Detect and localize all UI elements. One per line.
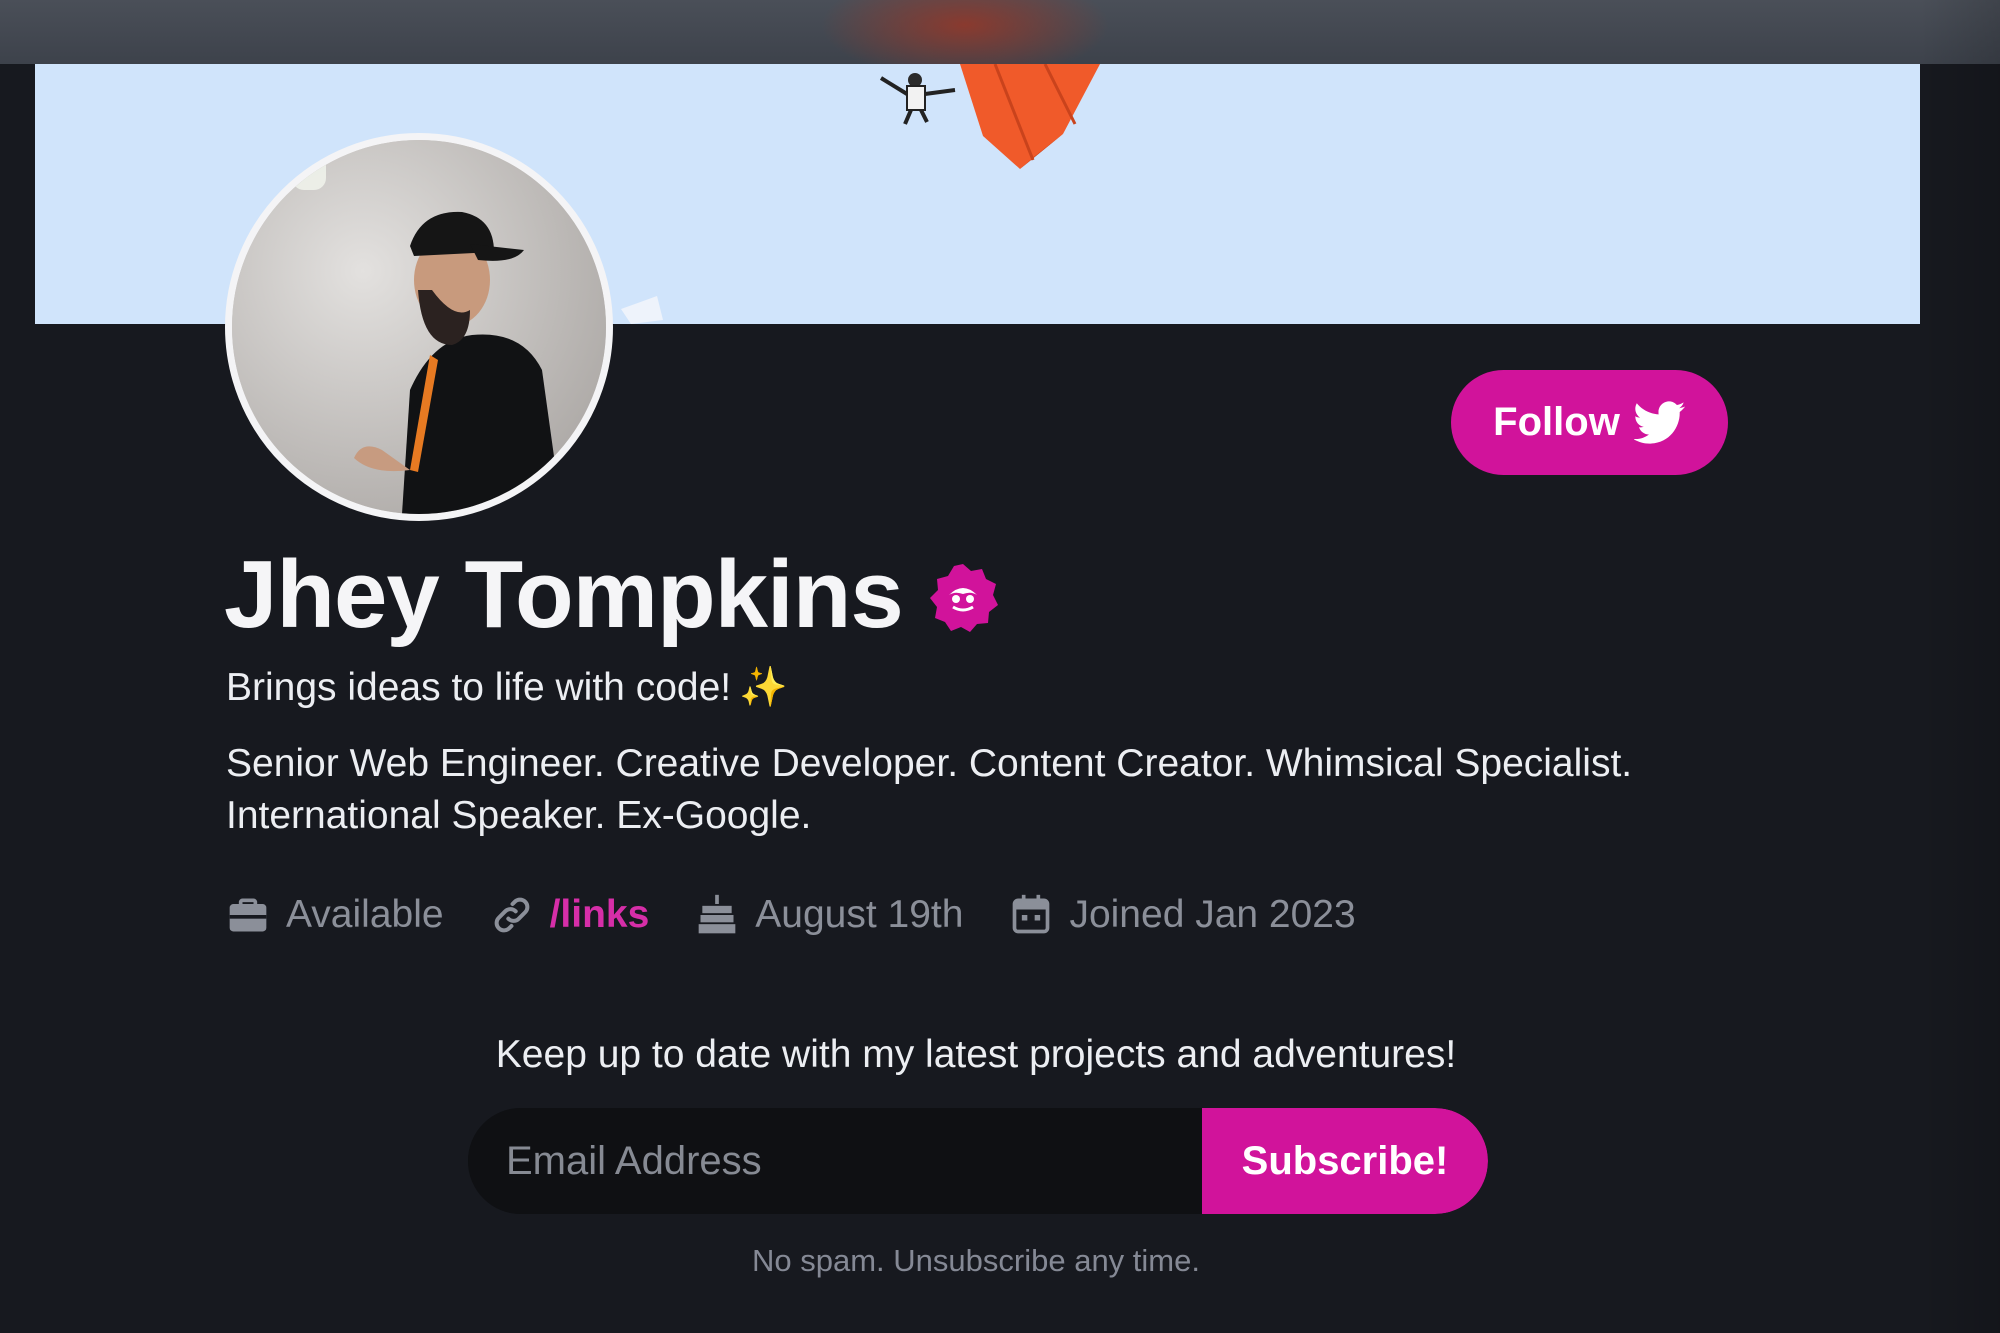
sparkle-emoji: ✨ bbox=[739, 666, 788, 709]
subscribe-button[interactable]: Subscribe! bbox=[1202, 1108, 1488, 1214]
profile-page: Follow Jhey Tompkins Brings ideas to lif… bbox=[0, 0, 2000, 1333]
link-icon bbox=[494, 897, 529, 933]
email-input[interactable] bbox=[468, 1108, 1202, 1214]
meta-status-text: Available bbox=[286, 893, 444, 936]
follow-button-label: Follow bbox=[1493, 400, 1620, 444]
meta-birthday: August 19th bbox=[695, 893, 963, 937]
links-link[interactable]: /links bbox=[550, 893, 650, 937]
avatar bbox=[225, 133, 613, 521]
cake-icon bbox=[698, 894, 736, 934]
meta-birthday-text: August 19th bbox=[755, 893, 964, 936]
newsletter-heading: Keep up to date with my latest projects … bbox=[495, 1033, 1457, 1076]
browser-top-strip bbox=[0, 0, 2000, 80]
meta-status: Available bbox=[226, 893, 444, 937]
briefcase-icon bbox=[229, 898, 267, 932]
profile-tagline: Brings ideas to life with code! ✨ bbox=[226, 664, 788, 710]
profile-name-row: Jhey Tompkins bbox=[224, 540, 999, 650]
profile-name: Jhey Tompkins bbox=[224, 541, 904, 648]
meta-joined: Joined Jan 2023 bbox=[1009, 893, 1356, 937]
verified-badge-icon bbox=[929, 564, 998, 632]
profile-meta-row: Available /links August 19th Joined Jan … bbox=[226, 885, 1356, 945]
meta-link: /links bbox=[490, 893, 650, 937]
newsletter-fineprint: No spam. Unsubscribe any time. bbox=[752, 1243, 1200, 1278]
follow-button[interactable]: Follow bbox=[1451, 370, 1728, 475]
calendar-icon bbox=[1013, 894, 1050, 934]
tagline-text: Brings ideas to life with code! bbox=[226, 666, 732, 709]
profile-bio: Senior Web Engineer. Creative Developer.… bbox=[226, 742, 1633, 837]
subscribe-form: Subscribe! bbox=[468, 1108, 1488, 1214]
edge-shade bbox=[1920, 0, 2000, 1333]
meta-joined-text: Joined Jan 2023 bbox=[1069, 893, 1356, 936]
twitter-bird-icon bbox=[1633, 400, 1685, 444]
avatar-photo bbox=[232, 140, 606, 514]
